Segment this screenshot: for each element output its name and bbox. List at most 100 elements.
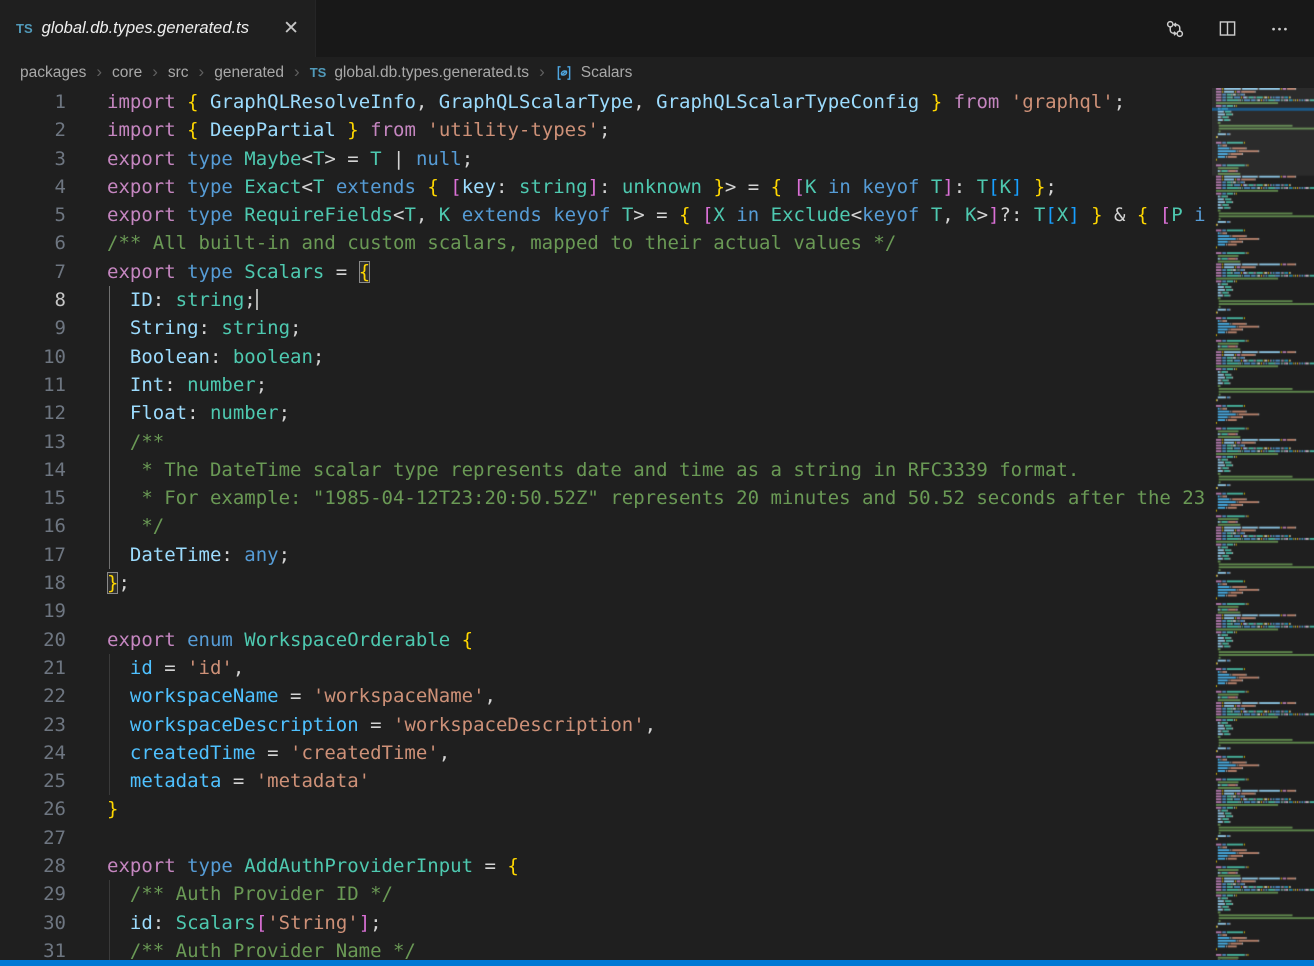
minimap[interactable]: [1212, 88, 1314, 960]
code-line[interactable]: Boolean: boolean;: [107, 343, 1206, 371]
open-changes-button[interactable]: [1162, 16, 1188, 42]
code-line[interactable]: /**: [107, 428, 1206, 456]
line-number: 12: [0, 399, 66, 427]
code-line[interactable]: export type Scalars = {: [107, 258, 1206, 286]
ellipsis-icon: [1270, 19, 1289, 38]
typescript-file-icon: TS: [310, 65, 327, 80]
code-line[interactable]: [107, 824, 1206, 852]
indent-guide: [109, 541, 110, 569]
breadcrumb-item-packages[interactable]: packages: [18, 64, 88, 82]
line-number: 15: [0, 484, 66, 512]
indent-guide: [109, 767, 110, 795]
code-line[interactable]: */: [107, 512, 1206, 540]
code-line[interactable]: workspaceName = 'workspaceName',: [107, 682, 1206, 710]
line-number: 5: [0, 201, 66, 229]
breadcrumb-item-scalars[interactable]: Scalars: [579, 64, 635, 82]
indent-guide: [109, 399, 110, 427]
line-number: 24: [0, 739, 66, 767]
code-line[interactable]: * For example: "1985-04-12T23:20:50.52Z"…: [107, 484, 1206, 512]
indent-guide: [109, 456, 110, 484]
code-line[interactable]: export type Exact<T extends { [key: stri…: [107, 173, 1206, 201]
breadcrumb-item-src[interactable]: src: [166, 64, 191, 82]
indent-guide: [109, 343, 110, 371]
symbol-type-icon: [555, 64, 573, 82]
code-line[interactable]: /** Auth Provider Name */: [107, 937, 1206, 960]
line-number: 23: [0, 711, 66, 739]
line-number: 21: [0, 654, 66, 682]
tab-global-db-types[interactable]: TS global.db.types.generated.ts ✕: [0, 0, 316, 57]
line-number: 10: [0, 343, 66, 371]
line-number: 3: [0, 145, 66, 173]
code-line[interactable]: };: [107, 569, 1206, 597]
code-line[interactable]: String: string;: [107, 314, 1206, 342]
line-number: 4: [0, 173, 66, 201]
line-number: 31: [0, 937, 66, 960]
code-line[interactable]: id = 'id',: [107, 654, 1206, 682]
indent-guide: [109, 909, 110, 937]
line-number: 14: [0, 456, 66, 484]
line-number: 25: [0, 767, 66, 795]
code-line[interactable]: /** Auth Provider ID */: [107, 880, 1206, 908]
indent-guide: [109, 428, 110, 456]
breadcrumb-item-core[interactable]: core: [110, 64, 144, 82]
code-line[interactable]: metadata = 'metadata': [107, 767, 1206, 795]
line-number: 27: [0, 824, 66, 852]
code-line[interactable]: Int: number;: [107, 371, 1206, 399]
code-line[interactable]: /** All built-in and custom scalars, map…: [107, 229, 1206, 257]
line-number: 2: [0, 116, 66, 144]
tab-bar: TS global.db.types.generated.ts ✕: [0, 0, 1314, 57]
code-line[interactable]: id: Scalars['String'];: [107, 909, 1206, 937]
indent-guide: [109, 371, 110, 399]
code-line[interactable]: ID: string;: [107, 286, 1206, 314]
indent-guide: [109, 880, 110, 908]
tab-close-icon[interactable]: ✕: [277, 17, 305, 40]
line-number: 11: [0, 371, 66, 399]
line-number: 1: [0, 88, 66, 116]
line-number: 17: [0, 541, 66, 569]
line-number: 28: [0, 852, 66, 880]
breadcrumb-item-filename[interactable]: global.db.types.generated.ts: [332, 64, 531, 82]
chevron-right-icon: ›: [535, 62, 549, 84]
vscode-window: TS global.db.types.generated.ts ✕: [0, 0, 1314, 966]
breadcrumb: packages › core › src › generated › TS g…: [0, 57, 1314, 88]
line-number: 16: [0, 512, 66, 540]
code-line[interactable]: * The DateTime scalar type represents da…: [107, 456, 1206, 484]
text-cursor: [256, 289, 258, 310]
code-line[interactable]: import { DeepPartial } from 'utility-typ…: [107, 116, 1206, 144]
indent-guide: [109, 484, 110, 512]
indent-guide: [109, 682, 110, 710]
code-line[interactable]: DateTime: any;: [107, 541, 1206, 569]
code-line[interactable]: createdTime = 'createdTime',: [107, 739, 1206, 767]
code-line[interactable]: import { GraphQLResolveInfo, GraphQLScal…: [107, 88, 1206, 116]
line-number: 6: [0, 229, 66, 257]
code-line[interactable]: export enum WorkspaceOrderable {: [107, 626, 1206, 654]
tab-label: global.db.types.generated.ts: [42, 19, 249, 38]
line-number: 7: [0, 258, 66, 286]
chevron-right-icon: ›: [290, 62, 304, 84]
code-line[interactable]: Float: number;: [107, 399, 1206, 427]
code-area[interactable]: import { GraphQLResolveInfo, GraphQLScal…: [107, 88, 1206, 960]
line-number-gutter: 1234567891011121314151617181920212223242…: [0, 88, 66, 960]
code-line[interactable]: [107, 597, 1206, 625]
line-number: 30: [0, 909, 66, 937]
indent-guide: [109, 739, 110, 767]
line-number: 19: [0, 597, 66, 625]
more-actions-button[interactable]: [1266, 16, 1292, 42]
split-editor-button[interactable]: [1214, 16, 1240, 42]
line-number: 13: [0, 428, 66, 456]
indent-guide: [109, 711, 110, 739]
indent-guide: [109, 512, 110, 540]
status-bar: [0, 960, 1314, 966]
typescript-file-icon: TS: [16, 21, 33, 36]
editor-actions: [1162, 0, 1314, 57]
breadcrumb-item-generated[interactable]: generated: [212, 64, 286, 82]
code-line[interactable]: workspaceDescription = 'workspaceDescrip…: [107, 711, 1206, 739]
code-line[interactable]: export type RequireFields<T, K extends k…: [107, 201, 1206, 229]
code-line[interactable]: export type Maybe<T> = T | null;: [107, 145, 1206, 173]
indent-guide: [109, 314, 110, 342]
code-line[interactable]: export type AddAuthProviderInput = {: [107, 852, 1206, 880]
indent-guide: [109, 286, 110, 314]
code-line[interactable]: }: [107, 795, 1206, 823]
chevron-right-icon: ›: [92, 62, 106, 84]
chevron-right-icon: ›: [148, 62, 162, 84]
